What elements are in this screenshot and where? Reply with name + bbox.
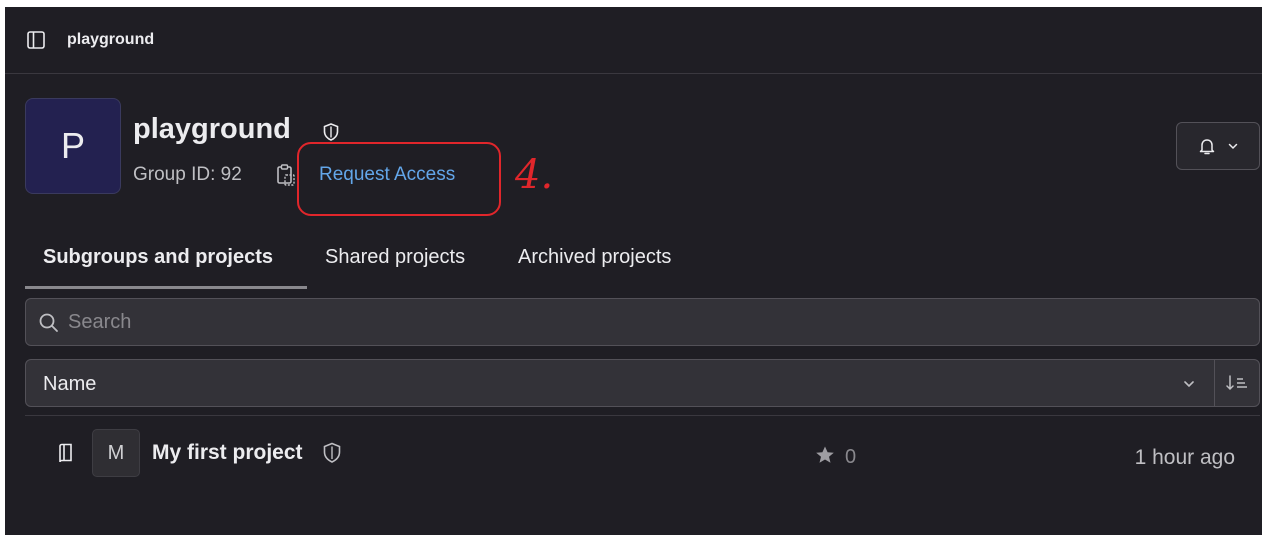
tab-shared-projects[interactable]: Shared projects bbox=[307, 237, 483, 289]
chevron-down-icon bbox=[1228, 143, 1238, 150]
group-tabs: Subgroups and projects Shared projects A… bbox=[25, 237, 725, 291]
bell-icon bbox=[1199, 139, 1215, 155]
page-title: playground bbox=[133, 113, 291, 145]
shield-icon bbox=[323, 442, 341, 463]
top-bar: playground bbox=[5, 7, 1262, 74]
star-count[interactable]: 0 bbox=[845, 445, 856, 469]
book-icon bbox=[59, 443, 72, 463]
search-box bbox=[25, 298, 1260, 346]
tab-subgroups-and-projects[interactable]: Subgroups and projects bbox=[25, 237, 307, 289]
group-id: Group ID: 92 bbox=[133, 164, 242, 185]
sidebar-toggle-icon[interactable] bbox=[25, 29, 47, 51]
breadcrumb-group[interactable]: playground bbox=[67, 29, 154, 51]
tab-archived-projects[interactable]: Archived projects bbox=[500, 237, 689, 289]
project-name-link[interactable]: My first project bbox=[152, 441, 303, 465]
app-window: playground P playground Group ID: 92 Req… bbox=[5, 7, 1262, 535]
star-icon bbox=[816, 446, 834, 463]
sort-dropdown[interactable]: Name bbox=[25, 359, 1260, 407]
shield-icon bbox=[323, 123, 339, 141]
annotation-step-number: 4. bbox=[515, 152, 554, 198]
group-avatar: P bbox=[25, 98, 121, 194]
list-divider bbox=[25, 415, 1260, 416]
chevron-down-icon bbox=[1184, 381, 1194, 388]
sort-divider bbox=[1214, 360, 1215, 406]
search-icon bbox=[39, 313, 58, 332]
last-updated: 1 hour ago bbox=[1134, 446, 1235, 469]
notification-settings-button[interactable] bbox=[1176, 122, 1260, 170]
project-avatar[interactable]: M bbox=[92, 429, 140, 477]
project-row[interactable]: M My first project 0 1 hour ago bbox=[25, 425, 1260, 485]
sort-ascending-icon[interactable] bbox=[1224, 372, 1250, 394]
request-access-link[interactable]: Request Access bbox=[319, 163, 455, 187]
sort-selected-label: Name bbox=[43, 373, 97, 395]
search-input[interactable] bbox=[68, 299, 1248, 345]
clipboard-icon[interactable] bbox=[275, 163, 297, 187]
